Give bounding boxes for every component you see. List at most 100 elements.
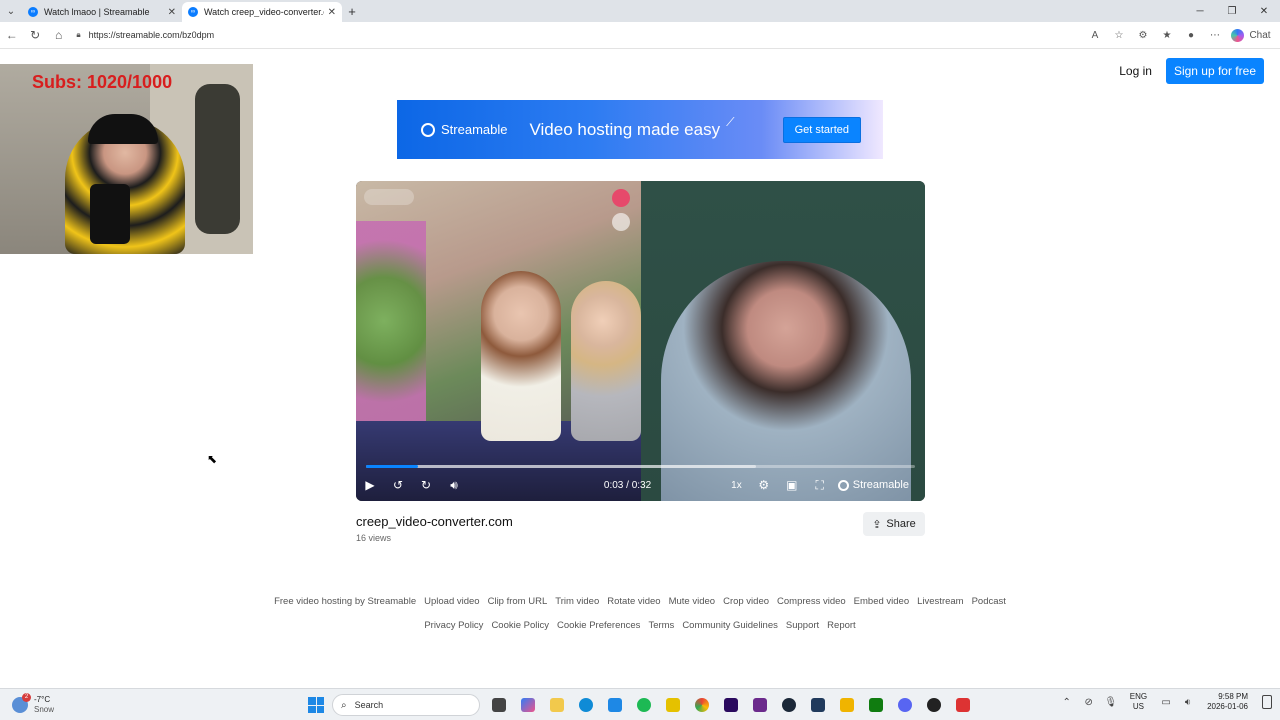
extensions-icon[interactable]: ⚙	[1131, 30, 1155, 41]
favorite-star-icon[interactable]: ☆	[1107, 30, 1131, 41]
footer-link[interactable]: Community Guidelines	[682, 620, 778, 631]
favorites-icon[interactable]: ★	[1155, 30, 1179, 41]
copilot-app-icon[interactable]	[513, 695, 542, 715]
footer-link[interactable]: Clip from URL	[488, 596, 548, 607]
warning-app-icon[interactable]	[832, 695, 861, 715]
footer-link[interactable]: Terms	[648, 620, 674, 631]
play-icon[interactable]: ▶	[356, 478, 384, 492]
volume-tray-icon[interactable]: 🔉︎	[1177, 697, 1199, 708]
streamable-favicon-icon: ∞	[28, 7, 38, 17]
webcam-overlay: Subs: 1020/1000	[0, 64, 253, 254]
chevron-up-icon[interactable]: ⌃	[1056, 697, 1078, 708]
restore-icon[interactable]: ❐	[1216, 6, 1248, 17]
close-tab-icon[interactable]: ✕	[168, 7, 176, 18]
footer-link[interactable]: Cookie Preferences	[557, 620, 640, 631]
temperature: -7°C	[34, 694, 51, 704]
snipping-tool-icon[interactable]	[948, 695, 977, 715]
url-text: https://streamable.com/bz0dpm	[88, 30, 215, 40]
footer-link[interactable]: Privacy Policy	[424, 620, 483, 631]
close-window-icon[interactable]: ✕	[1248, 6, 1280, 17]
premiere-icon[interactable]	[716, 695, 745, 715]
xbox-icon[interactable]	[861, 695, 890, 715]
discord-icon[interactable]	[890, 695, 919, 715]
rewind-icon[interactable]: ↺	[384, 478, 412, 492]
login-link[interactable]: Log in	[1119, 64, 1152, 78]
i	[752, 698, 767, 712]
copilot-icon	[1231, 28, 1244, 42]
footer-link[interactable]: Livestream	[917, 596, 963, 607]
url-field[interactable]: 🔒︎ https://streamable.com/bz0dpm	[76, 25, 1083, 45]
display-icon[interactable]: ▭	[1155, 697, 1177, 708]
game-app-icon[interactable]	[803, 695, 832, 715]
close-tab-icon[interactable]: ✕	[328, 7, 336, 18]
video-player[interactable]: ▶ ↺ ↻ 🔊︎ 0:03 / 0:32 1x ⚙ ▣ ⛶ Streamable	[356, 181, 925, 501]
network-off-icon[interactable]: ⊘	[1078, 697, 1100, 708]
edge-browser-icon[interactable]	[571, 695, 600, 715]
tab-list-chevron-icon[interactable]: ⌄	[0, 0, 22, 22]
playback-speed[interactable]: 1x	[731, 480, 742, 491]
footer-link[interactable]: Cookie Policy	[491, 620, 549, 631]
clock[interactable]: 9:58 PM 2026-01-06	[1207, 692, 1248, 712]
footer-link[interactable]: Upload video	[424, 596, 479, 607]
taskbar: 2 -7°C Snow ⌕ Search ⌃ ⊘ 🎙︎ ENG US ▭ 🔉︎ …	[0, 688, 1280, 720]
i	[810, 698, 825, 712]
i	[308, 705, 316, 713]
share-button[interactable]: ⇪ Share	[863, 512, 925, 536]
footer-link[interactable]: Rotate video	[607, 596, 660, 607]
i	[665, 698, 680, 712]
streamable-logo-icon	[421, 122, 435, 137]
refresh-icon[interactable]: ↻	[23, 28, 46, 42]
footer-link[interactable]: Podcast	[972, 596, 1006, 607]
weather-widget[interactable]: 2 -7°C Snow	[12, 692, 54, 715]
minimize-icon[interactable]: ─	[1184, 6, 1216, 17]
volume-icon[interactable]: 🔊︎	[440, 478, 468, 493]
more-menu-icon[interactable]: ⋯	[1203, 30, 1227, 41]
tab-creep-video[interactable]: ∞ Watch creep_video-converter.com ✕	[182, 2, 342, 22]
person2	[571, 281, 641, 441]
picture-in-picture-icon[interactable]: ▣	[778, 478, 806, 492]
obs-icon[interactable]	[919, 695, 948, 715]
spotify-icon[interactable]	[629, 695, 658, 715]
home-icon[interactable]: ⌂	[47, 28, 70, 42]
footer-link[interactable]: Embed video	[854, 596, 909, 607]
chrome-icon[interactable]	[687, 695, 716, 715]
get-started-button[interactable]: Get started	[782, 116, 861, 143]
player-brand[interactable]: Streamable	[837, 479, 909, 491]
calculator-icon[interactable]	[600, 695, 629, 715]
read-aloud-icon[interactable]: A	[1083, 30, 1107, 41]
signup-button[interactable]: Sign up for free	[1165, 58, 1264, 84]
notes-app-icon[interactable]	[658, 695, 687, 715]
share-icon: ⇪	[872, 518, 882, 531]
language-indicator[interactable]: ENG US	[1130, 692, 1147, 712]
footer-link[interactable]: Trim video	[555, 596, 599, 607]
settings-gear-icon[interactable]: ⚙	[750, 478, 778, 492]
steam-icon[interactable]	[774, 695, 803, 715]
lock-icon[interactable]: 🔒︎	[76, 30, 80, 40]
new-tab-plus-icon[interactable]: +	[342, 4, 362, 19]
microphone-tray-icon[interactable]: 🎙︎	[1100, 697, 1122, 708]
profile-avatar-icon[interactable]: ●	[1179, 30, 1203, 41]
copilot-chat-button[interactable]: Chat	[1227, 28, 1272, 42]
fullscreen-icon[interactable]: ⛶	[806, 478, 834, 493]
tab-lmaoo[interactable]: ∞ Watch lmaoo | Streamable ✕	[22, 2, 182, 22]
forward-icon[interactable]: ↻	[412, 478, 440, 492]
windows-start-icon[interactable]	[308, 697, 324, 713]
footer-link[interactable]: Report	[827, 620, 856, 631]
progress-bar[interactable]	[366, 465, 915, 468]
notifications-icon[interactable]	[1262, 695, 1272, 709]
back-arrow-icon[interactable]: ←	[0, 28, 23, 42]
file-explorer-icon[interactable]	[542, 695, 571, 715]
promo-banner[interactable]: Streamable Video hosting made easy ⟋ Get…	[397, 100, 883, 159]
footer-link[interactable]: Support	[786, 620, 819, 631]
taskbar-search[interactable]: ⌕ Search	[332, 694, 480, 716]
footer-link[interactable]: Free video hosting by Streamable	[274, 596, 416, 607]
file-app-icon[interactable]	[484, 695, 513, 715]
nzxt-icon[interactable]	[745, 695, 774, 715]
tab-bar: ⌄ ∞ Watch lmaoo | Streamable ✕ ∞ Watch c…	[0, 0, 1280, 22]
footer-link[interactable]: Mute video	[669, 596, 715, 607]
i	[308, 697, 316, 705]
window-controls: ─ ❐ ✕	[1184, 6, 1280, 17]
search-icon: ⌕	[341, 699, 347, 711]
footer-link[interactable]: Compress video	[777, 596, 846, 607]
footer-link[interactable]: Crop video	[723, 596, 769, 607]
